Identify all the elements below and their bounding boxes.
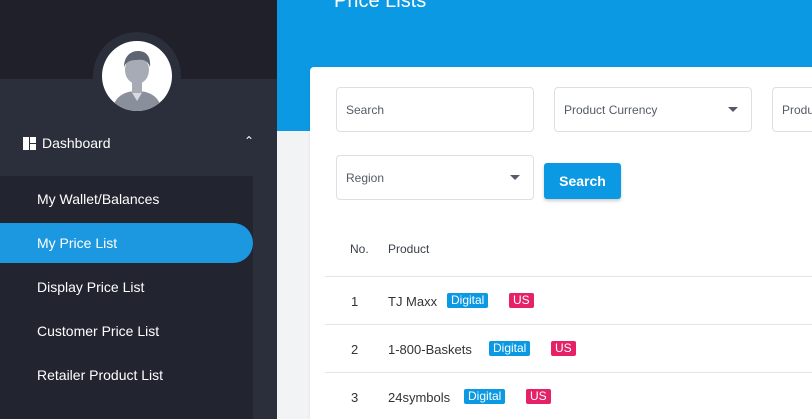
product-name: 24symbols xyxy=(388,390,451,405)
sidebar-item-customer-price-list[interactable]: Customer Price List xyxy=(0,311,253,351)
product-select[interactable]: Produ xyxy=(772,87,812,132)
product-placeholder: Produ xyxy=(782,103,812,117)
sidebar-item-label: My Price List xyxy=(37,235,118,251)
sidebar-submenu: My Wallet/Balances My Price List Display… xyxy=(0,176,253,419)
product-name: 1-800-Baskets xyxy=(388,342,472,357)
page-title: Price Lists xyxy=(334,0,427,12)
sidebar-item-dashboard[interactable]: Dashboard ⌃ xyxy=(0,124,277,164)
type-badge: Digital xyxy=(489,341,531,356)
sidebar-item-label: Display Price List xyxy=(37,279,145,295)
sidebar-item-label: My Wallet/Balances xyxy=(37,191,160,207)
chevron-down-icon xyxy=(728,107,738,112)
region-badge: US xyxy=(509,293,534,308)
currency-placeholder: Product Currency xyxy=(564,103,658,117)
row-number: 2 xyxy=(351,342,359,357)
table-row[interactable]: 1 TJ Maxx Digital US xyxy=(325,276,812,324)
product-currency-select[interactable]: Product Currency xyxy=(554,87,752,132)
type-badge: Digital xyxy=(447,293,489,308)
avatar[interactable] xyxy=(102,41,172,111)
dashboard-icon xyxy=(23,137,36,150)
chevron-down-icon xyxy=(510,175,520,180)
sidebar-item-display-price-list[interactable]: Display Price List xyxy=(0,267,253,307)
search-placeholder: Search xyxy=(346,103,385,117)
search-input[interactable]: Search xyxy=(336,87,534,132)
region-badge: US xyxy=(551,341,576,356)
column-header-no: No. xyxy=(350,242,369,256)
type-badge: Digital xyxy=(464,389,506,404)
search-button-label: Search xyxy=(559,173,606,189)
table-row[interactable]: 2 1-800-Baskets Digital US xyxy=(325,324,812,372)
region-badge: US xyxy=(526,389,551,404)
sidebar-item-my-price-list[interactable]: My Price List xyxy=(0,223,253,263)
search-button[interactable]: Search xyxy=(544,163,621,199)
sidebar-item-wallet[interactable]: My Wallet/Balances xyxy=(0,179,253,219)
region-select[interactable]: Region xyxy=(336,155,534,200)
sidebar-item-label: Customer Price List xyxy=(37,323,160,339)
region-placeholder: Region xyxy=(346,171,385,185)
sidebar: Dashboard ⌃ My Wallet/Balances My Price … xyxy=(0,0,277,419)
table-row[interactable]: 3 24symbols Digital US xyxy=(325,372,812,419)
user-avatar-icon xyxy=(112,51,162,111)
product-name: TJ Maxx xyxy=(388,294,438,309)
sidebar-item-retailer-product-list[interactable]: Retailer Product List xyxy=(0,355,253,395)
chevron-up-icon[interactable]: ⌃ xyxy=(244,134,254,148)
column-header-product[interactable]: Product xyxy=(388,242,429,256)
sidebar-item-label: Retailer Product List xyxy=(37,367,164,383)
row-number: 3 xyxy=(351,390,359,405)
sidebar-item-label: Dashboard xyxy=(42,135,111,151)
row-number: 1 xyxy=(351,294,359,309)
